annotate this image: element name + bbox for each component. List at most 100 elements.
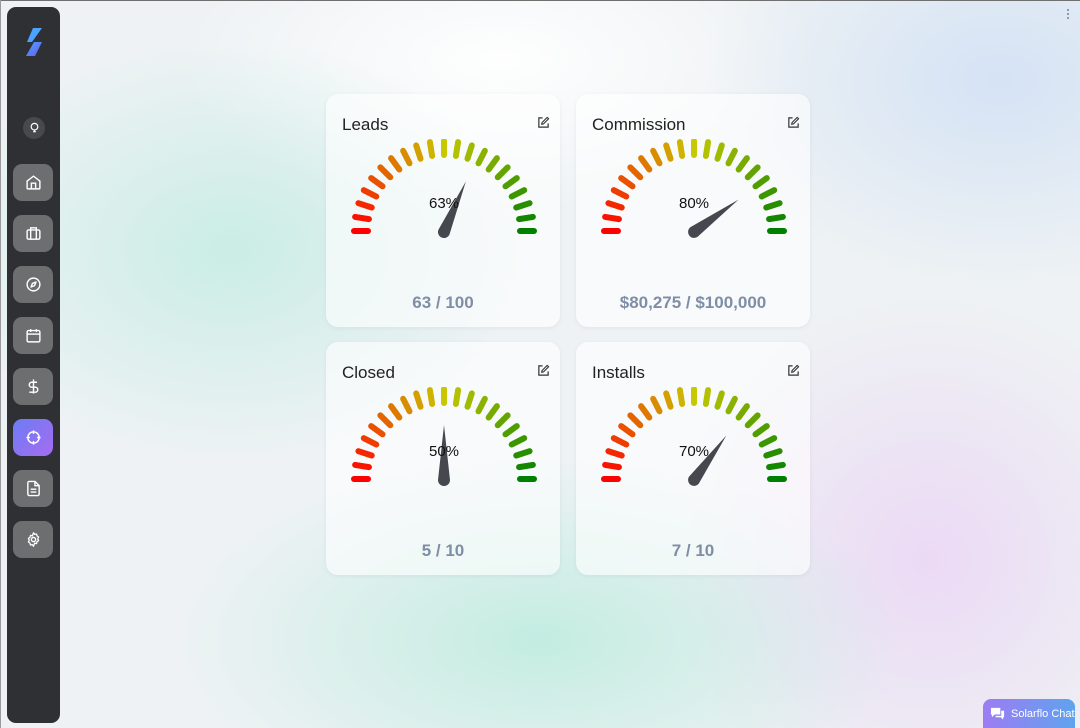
gauge-percent-label: 50% xyxy=(429,443,459,460)
gauge-tick xyxy=(502,175,520,190)
gauge-tick xyxy=(663,390,674,410)
gauge-tick xyxy=(605,448,625,459)
chat-icon xyxy=(990,707,1005,720)
edit-icon[interactable] xyxy=(537,364,550,377)
lightbulb-icon[interactable] xyxy=(23,117,45,139)
gauge-tick xyxy=(752,423,770,438)
nav-briefcase-button[interactable] xyxy=(13,215,53,252)
gauge-tick xyxy=(355,448,375,459)
solarflo-chat-button[interactable]: Solarflo Chat xyxy=(983,699,1075,728)
gauge-tick xyxy=(464,142,475,162)
gauge-tick xyxy=(744,412,761,429)
gauge-tick xyxy=(426,387,436,407)
gauge-tick xyxy=(502,423,520,438)
gauge-tick xyxy=(400,147,413,167)
briefcase-icon xyxy=(25,227,41,240)
sidebar xyxy=(7,7,60,723)
gauge-percent-label: 80% xyxy=(679,195,709,212)
gauge-tick xyxy=(464,390,475,410)
gauge-tick xyxy=(676,139,686,159)
commission-card: Commission 80% $80,275 / $100,000 xyxy=(576,94,810,327)
gauge-tick xyxy=(452,387,462,407)
card-title: Commission xyxy=(592,115,686,134)
gauge-tick xyxy=(368,423,386,438)
card-value: 7 / 10 xyxy=(671,541,715,560)
gauge-tick xyxy=(513,448,533,459)
compass-icon xyxy=(25,277,41,292)
gauge-tick xyxy=(494,412,511,429)
gauge-tick xyxy=(735,403,750,421)
dollar-icon xyxy=(28,379,38,394)
gauge-tick xyxy=(744,164,761,181)
edit-icon[interactable] xyxy=(787,364,800,377)
gauge-tick xyxy=(485,403,500,421)
gauge: 80% xyxy=(601,139,787,238)
gauge-tick xyxy=(475,147,488,167)
gauge-tick xyxy=(676,387,686,407)
leads-card: Leads 63% 63 / 100 xyxy=(326,94,560,327)
edit-icon[interactable] xyxy=(787,116,800,129)
edit-icon[interactable] xyxy=(537,116,550,129)
gauge-tick xyxy=(508,435,528,448)
gauge-tick xyxy=(758,435,778,448)
gauge-tick xyxy=(475,395,488,415)
nav-target-button[interactable] xyxy=(13,419,53,456)
gauge-tick xyxy=(610,187,630,200)
document-icon xyxy=(26,480,40,497)
gauge-tick xyxy=(508,187,528,200)
gauge-tick xyxy=(766,461,786,471)
nav-calendar-button[interactable] xyxy=(13,317,53,354)
nav-compass-button[interactable] xyxy=(13,266,53,303)
gauge-tick xyxy=(355,200,375,211)
gauge-tick xyxy=(377,412,394,429)
gauge-tick xyxy=(602,461,622,471)
gauge-tick xyxy=(638,155,653,173)
gauge-tick xyxy=(725,147,738,167)
home-icon xyxy=(25,175,41,190)
gauge-tick xyxy=(618,423,636,438)
gauge-tick xyxy=(663,142,674,162)
nav-document-button[interactable] xyxy=(13,470,53,507)
gauge-tick xyxy=(763,448,783,459)
installs-card: Installs 70% 7 / 10 xyxy=(576,342,810,575)
closed-card: Closed 50% 5 / 10 xyxy=(326,342,560,575)
card-value: 5 / 10 xyxy=(421,541,465,560)
card-title: Leads xyxy=(342,115,389,134)
gauge-tick xyxy=(452,139,462,159)
window-left-border xyxy=(0,0,1,728)
gauge-tick xyxy=(714,142,725,162)
gauge-tick xyxy=(388,403,403,421)
gauge-tick xyxy=(426,139,436,159)
gauge-tick xyxy=(763,200,783,211)
gauge-tick xyxy=(377,164,394,181)
gauge-tick xyxy=(627,412,644,429)
gauge-tick xyxy=(702,139,712,159)
gauge-tick xyxy=(735,155,750,173)
gauge-tick xyxy=(618,175,636,190)
gauge-tick xyxy=(360,187,380,200)
gauge-tick xyxy=(610,435,630,448)
card-title: Closed xyxy=(342,363,395,382)
gauge-tick xyxy=(638,403,653,421)
gauge-tick xyxy=(360,435,380,448)
gauge-tick xyxy=(352,461,372,471)
gauge-tick xyxy=(627,164,644,181)
nav-settings-button[interactable] xyxy=(13,521,53,558)
more-options-icon[interactable] xyxy=(1066,8,1070,22)
gauge-tick xyxy=(516,461,536,471)
app-logo[interactable] xyxy=(23,27,45,57)
gauge-tick xyxy=(650,147,663,167)
chat-label: Solarflo Chat xyxy=(1011,707,1075,720)
gauge-tick xyxy=(513,200,533,211)
gauge-tick xyxy=(413,142,424,162)
window-top-border xyxy=(0,0,1080,1)
card-value: 63 / 100 xyxy=(412,293,474,312)
gauge-tick xyxy=(602,213,622,223)
gauge-tick xyxy=(766,213,786,223)
target-icon xyxy=(25,430,41,445)
nav-home-button[interactable] xyxy=(13,164,53,201)
gauge-tick xyxy=(605,200,625,211)
nav-dollar-button[interactable] xyxy=(13,368,53,405)
gauge-tick xyxy=(752,175,770,190)
gauge-tick xyxy=(758,187,778,200)
